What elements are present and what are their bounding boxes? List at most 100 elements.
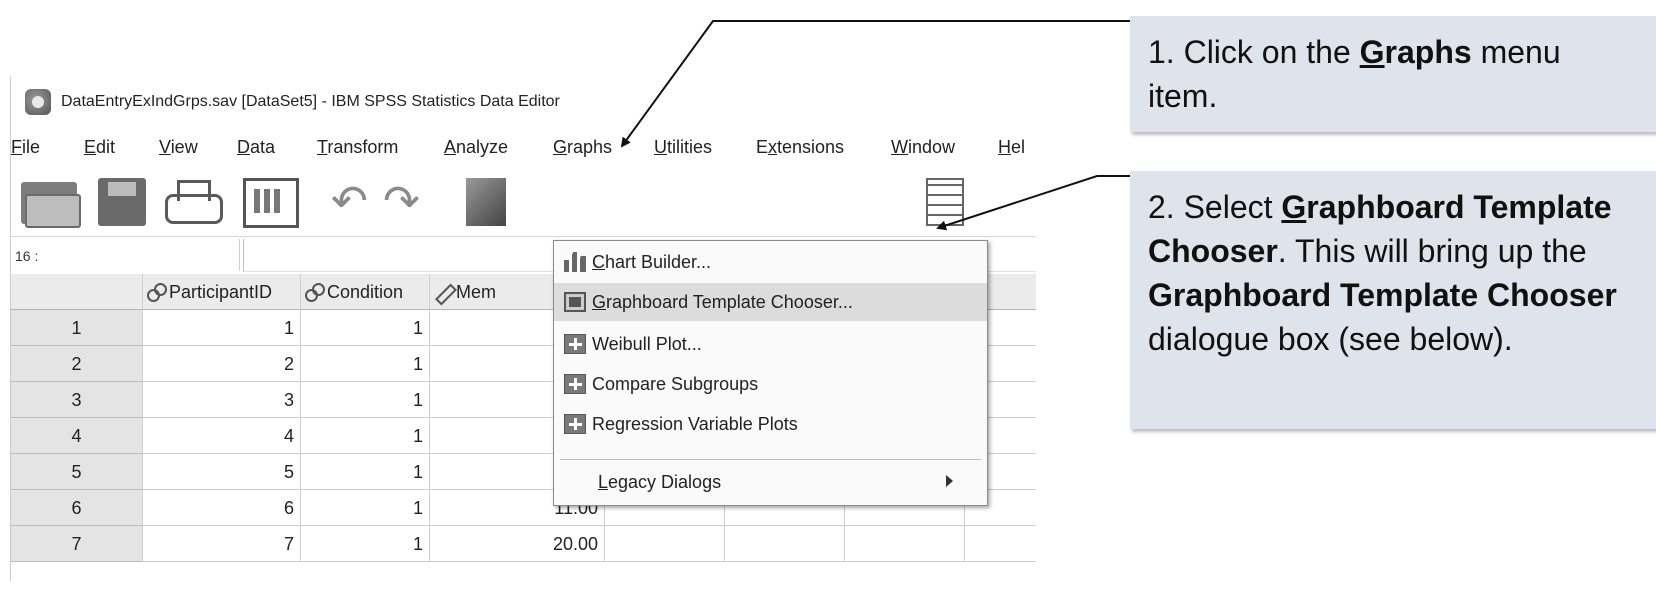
submenu-arrow-icon <box>946 475 953 487</box>
menu-data-rest: ata <box>250 137 276 157</box>
redo-icon[interactable]: ↷ <box>383 180 431 224</box>
row-number[interactable]: 6 <box>11 490 143 526</box>
callout-bold-rest: raphs <box>1384 34 1472 70</box>
menu-item-legacy-dialogs[interactable]: Legacy Dialogs <box>554 463 987 501</box>
chart-icon[interactable] <box>466 178 506 226</box>
menu-extensions-pre: E <box>756 137 769 157</box>
callout-bold: Graphs <box>1360 34 1472 70</box>
cell-empty[interactable] <box>725 526 845 562</box>
menu-item-weibull-plot[interactable]: Weibull Plot... <box>554 325 987 363</box>
menu-help-mnemonic: H <box>998 137 1011 157</box>
row-number[interactable]: 7 <box>11 526 143 562</box>
cell-empty[interactable] <box>965 526 1036 562</box>
cell-participantid[interactable]: 4 <box>143 418 301 454</box>
save-icon[interactable] <box>98 178 146 226</box>
menu-item-label: Legacy Dialogs <box>598 472 721 493</box>
menu-window-rest: indow <box>908 137 956 157</box>
toolbar: ↶ ↷ <box>11 168 1036 236</box>
menu-file[interactable]: File <box>11 137 40 158</box>
open-folder-icon[interactable] <box>21 178 81 228</box>
menu-extensions-mnemonic: x <box>768 137 778 157</box>
plus-icon <box>564 374 586 394</box>
cell-participantid[interactable]: 5 <box>143 454 301 490</box>
menu-view[interactable]: View <box>159 137 198 158</box>
menu-edit-rest: dit <box>96 137 116 157</box>
cell-condition[interactable]: 1 <box>301 490 430 526</box>
nominal-icon <box>305 283 325 302</box>
menu-file-mnemonic: F <box>11 137 22 157</box>
menu-window[interactable]: Window <box>891 137 955 158</box>
menu-data-mnemonic: D <box>237 137 250 157</box>
nominal-icon <box>147 283 167 302</box>
menu-item-graphboard-template-chooser[interactable]: Graphboard Template Chooser... <box>554 283 987 321</box>
menu-window-mnemonic: W <box>891 137 908 157</box>
chart-builder-icon <box>564 252 586 272</box>
menu-extensions[interactable]: Extensions <box>756 137 844 158</box>
menu-item-mnemonic: L <box>598 471 609 492</box>
menu-edit[interactable]: Edit <box>84 137 115 158</box>
row-number[interactable]: 5 <box>11 454 143 490</box>
cell-participantid[interactable]: 2 <box>143 346 301 382</box>
cell-condition[interactable]: 1 <box>301 418 430 454</box>
corner-cell <box>11 274 143 310</box>
menu-item-mnemonic: C <box>592 251 605 272</box>
cell-participantid[interactable]: 1 <box>143 310 301 346</box>
menu-item-regression-variable-plots[interactable]: Regression Variable Plots <box>554 405 987 443</box>
menu-data[interactable]: Data <box>237 137 275 158</box>
cell-condition[interactable]: 1 <box>301 526 430 562</box>
callout-text: dialogue box (see below). <box>1148 321 1513 357</box>
column-label: Condition <box>327 282 404 302</box>
menu-bar: File Edit View Data Transform Analyze Gr… <box>11 128 1036 168</box>
callout-step-1: 1. Click on the Graphs menu item. <box>1130 16 1656 132</box>
print-icon[interactable] <box>163 178 223 226</box>
menu-analyze-rest: nalyze <box>456 137 509 157</box>
menu-item-chart-builder[interactable]: Chart Builder... <box>554 243 987 281</box>
row-number[interactable]: 4 <box>11 418 143 454</box>
menu-graphs[interactable]: Graphs <box>549 137 616 158</box>
callout-mnemonic: G <box>1281 189 1307 225</box>
menu-file-rest: ile <box>22 137 41 157</box>
menu-utilities[interactable]: Utilities <box>654 137 712 158</box>
row-number[interactable]: 2 <box>11 346 143 382</box>
menu-transform-mnemonic: T <box>317 137 328 157</box>
spss-app-icon <box>25 89 51 115</box>
menu-transform[interactable]: Transform <box>317 137 398 158</box>
cell-condition[interactable]: 1 <box>301 382 430 418</box>
menu-utilities-mnemonic: U <box>654 137 667 157</box>
cell-empty[interactable] <box>845 526 965 562</box>
menu-item-compare-subgroups[interactable]: Compare Subgroups <box>554 365 987 403</box>
menu-help[interactable]: Hel <box>998 137 1025 158</box>
column-header-condition[interactable]: Condition <box>301 274 430 310</box>
cell-participantid[interactable]: 7 <box>143 526 301 562</box>
menu-item-rest: hart Builder... <box>605 251 712 272</box>
menu-utilities-rest: tilities <box>667 137 713 157</box>
cell-mem[interactable]: 20.00 <box>430 526 605 562</box>
cell-condition[interactable]: 1 <box>301 346 430 382</box>
cell-participantid[interactable]: 3 <box>143 382 301 418</box>
plus-icon <box>564 334 586 354</box>
row-number[interactable]: 3 <box>11 382 143 418</box>
column-header-participantid[interactable]: ParticipantID <box>143 274 301 310</box>
cell-condition[interactable]: 1 <box>301 454 430 490</box>
graphs-dropdown-menu: Chart Builder... Graphboard Template Cho… <box>553 240 988 506</box>
window-title: DataEntryExIndGrps.sav [DataSet5] - IBM … <box>61 93 560 110</box>
menu-graphs-mnemonic: G <box>553 137 568 157</box>
graphboard-icon <box>564 292 586 312</box>
column-label: Mem <box>456 282 496 302</box>
row-number[interactable]: 1 <box>11 310 143 346</box>
undo-icon[interactable]: ↶ <box>331 180 379 224</box>
menu-item-label: Regression Variable Plots <box>592 413 798 434</box>
callout-text: . This will bring up the <box>1277 233 1587 269</box>
menu-analyze[interactable]: Analyze <box>444 137 508 158</box>
cell-participantid[interactable]: 6 <box>143 490 301 526</box>
callout-bold: Graphboard Template Chooser <box>1148 277 1617 313</box>
menu-view-mnemonic: V <box>159 137 171 157</box>
sheet-icon[interactable] <box>926 178 964 226</box>
menu-item-mnemonic: G <box>592 291 607 312</box>
cell-condition[interactable]: 1 <box>301 310 430 346</box>
column-label: ParticipantID <box>169 282 273 302</box>
cell-empty[interactable] <box>605 526 725 562</box>
variables-grid-icon[interactable] <box>243 178 299 228</box>
menu-graphs-rest: raphs <box>567 137 613 157</box>
spss-data-editor-window: DataEntryExIndGrps.sav [DataSet5] - IBM … <box>10 76 1036 581</box>
